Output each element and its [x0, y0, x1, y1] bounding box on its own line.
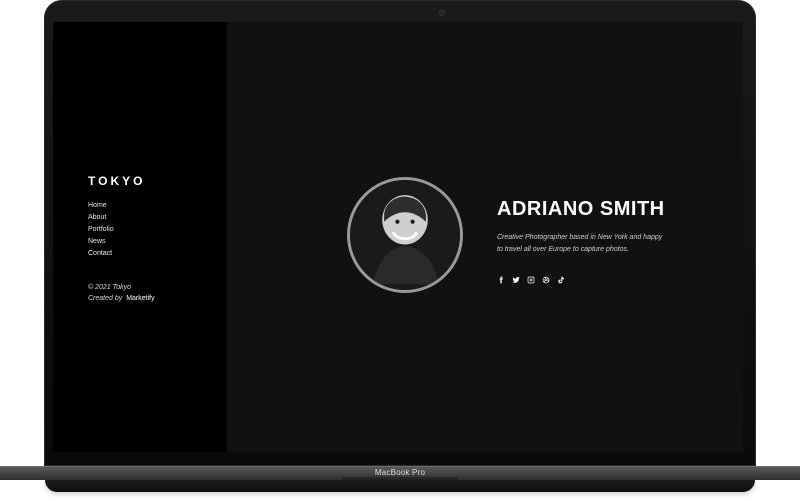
profile-bio: Creative Photographer based in New York …: [497, 232, 687, 256]
sidebar-item-portfolio[interactable]: Portfolio: [88, 226, 114, 238]
created-by-line: Created by Marketify: [88, 293, 218, 304]
copyright-text: © 2021 Tokyo: [88, 284, 132, 291]
avatar: [347, 177, 463, 293]
camera-dot: [439, 10, 445, 16]
twitter-icon[interactable]: [512, 276, 520, 284]
bio-line-2: to travel all over Europe to capture pho…: [497, 246, 629, 253]
site-logo[interactable]: TOKYO: [88, 174, 145, 188]
sidebar-item-news[interactable]: News: [88, 238, 114, 250]
created-by-prefix: Created by: [88, 295, 123, 302]
social-links: [497, 276, 565, 284]
laptop-screen: TOKYO Home About Portfolio News Contact …: [53, 22, 743, 452]
bio-line-1: Creative Photographer based in New York …: [497, 234, 663, 241]
avatar-image: [350, 180, 460, 290]
sidebar-footer: © 2021 Tokyo Created by Marketify: [88, 282, 218, 304]
sidebar: TOKYO Home About Portfolio News Contact …: [53, 22, 227, 452]
laptop-foot: [45, 480, 755, 492]
created-by-brand[interactable]: Marketify: [126, 295, 154, 302]
profile-info: ADRIANO SMITH Creative Photographer base…: [497, 198, 727, 284]
sidebar-item-about[interactable]: About: [88, 214, 114, 226]
tiktok-icon[interactable]: [557, 276, 565, 284]
facebook-icon[interactable]: [497, 276, 505, 284]
sidebar-item-home[interactable]: Home: [88, 202, 114, 214]
sidebar-nav: Home About Portfolio News Contact: [88, 202, 114, 262]
main-content: ADRIANO SMITH Creative Photographer base…: [227, 22, 743, 452]
instagram-icon[interactable]: [527, 276, 535, 284]
laptop-base: MacBook Pro: [0, 466, 800, 503]
laptop-frame: TOKYO Home About Portfolio News Contact …: [0, 0, 800, 503]
sidebar-item-contact[interactable]: Contact: [88, 250, 114, 262]
dribbble-icon[interactable]: [542, 276, 550, 284]
profile-name: ADRIANO SMITH: [497, 198, 665, 220]
